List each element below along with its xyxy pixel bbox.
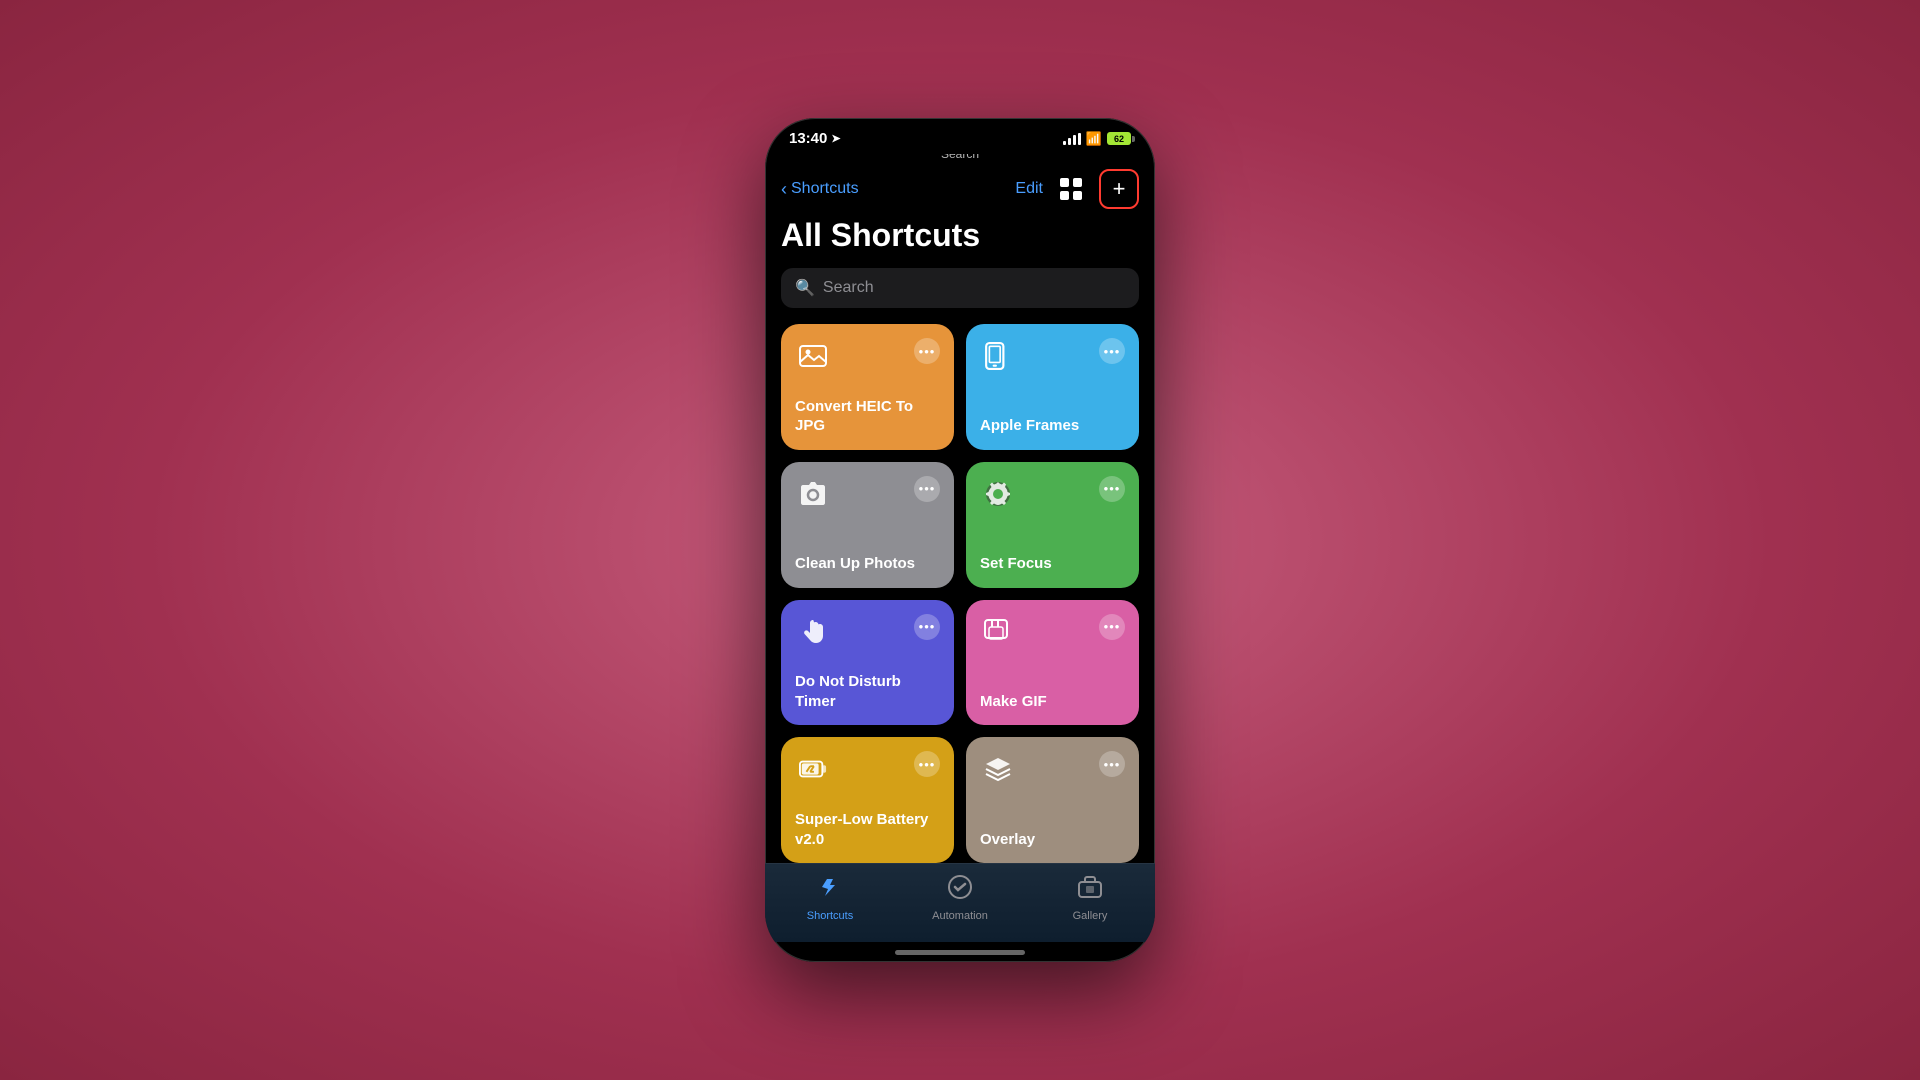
automation-tab-label: Automation	[932, 910, 988, 922]
shortcut-card-do-not-disturb[interactable]: ••• Do Not Disturb Timer	[781, 600, 954, 726]
settings-icon	[980, 476, 1016, 512]
edit-button[interactable]: Edit	[1015, 180, 1043, 198]
nav-bar: ‹ Shortcuts Edit +	[765, 165, 1155, 217]
grid-view-button[interactable]	[1055, 173, 1087, 205]
dynamic-island	[900, 124, 1020, 154]
nav-back-button[interactable]: ‹ Shortcuts	[781, 179, 859, 200]
phone-grid-icon	[980, 338, 1016, 374]
card-menu-button[interactable]: •••	[914, 338, 940, 364]
home-indicator	[765, 942, 1155, 962]
search-bar[interactable]: 🔍 Search	[781, 268, 1139, 308]
search-icon: 🔍	[795, 278, 815, 298]
signal-bar-2	[1068, 138, 1071, 145]
add-shortcut-button[interactable]: +	[1099, 169, 1139, 209]
grid-icon	[1060, 178, 1082, 200]
shortcuts-grid: ••• Convert HEIC To JPG •	[781, 324, 1139, 863]
nav-actions: Edit +	[1015, 169, 1139, 209]
location-icon: ➤	[831, 132, 840, 145]
tab-automation[interactable]: Automation	[895, 874, 1025, 922]
menu-dots-icon: •••	[919, 481, 936, 496]
battery-shortcut-icon	[795, 751, 831, 787]
shortcut-title: Overlay	[980, 830, 1125, 850]
card-header: •••	[980, 338, 1125, 374]
shortcut-title: Super-Low Battery v2.0	[795, 810, 940, 849]
card-menu-button[interactable]: •••	[914, 614, 940, 640]
signal-bar-4	[1078, 133, 1081, 145]
automation-tab-icon	[947, 874, 973, 906]
shortcut-title: Do Not Disturb Timer	[795, 672, 940, 711]
nav-back-label: Shortcuts	[791, 180, 859, 198]
card-header: •••	[795, 338, 940, 374]
shortcut-card-clean-up-photos[interactable]: ••• Clean Up Photos	[781, 462, 954, 588]
card-menu-button[interactable]: •••	[1099, 476, 1125, 502]
battery-level: 62	[1114, 134, 1124, 144]
phone-frame: 13:40 ➤ 📶 62 Search ‹ Shortcuts Edit	[765, 118, 1155, 962]
home-bar	[895, 950, 1025, 955]
card-header: •••	[795, 476, 940, 512]
photo-icon	[795, 338, 831, 374]
menu-dots-icon: •••	[1104, 619, 1121, 634]
shortcut-card-convert-heic[interactable]: ••• Convert HEIC To JPG	[781, 324, 954, 450]
shortcut-title: Clean Up Photos	[795, 554, 940, 574]
card-header: •••	[980, 476, 1125, 512]
hand-icon	[795, 614, 831, 650]
signal-bars	[1063, 133, 1081, 145]
layers-icon	[980, 751, 1016, 787]
tab-gallery[interactable]: Gallery	[1025, 874, 1155, 922]
page-title: All Shortcuts	[781, 217, 1139, 254]
card-menu-button[interactable]: •••	[1099, 338, 1125, 364]
gif-icon	[980, 614, 1016, 650]
menu-dots-icon: •••	[919, 344, 936, 359]
shortcut-card-set-focus[interactable]: ••• Set Focus	[966, 462, 1139, 588]
camera-icon	[795, 476, 831, 512]
menu-dots-icon: •••	[919, 619, 936, 634]
shortcuts-tab-icon	[817, 874, 843, 906]
card-menu-button[interactable]: •••	[914, 476, 940, 502]
search-placeholder: Search	[823, 279, 874, 297]
battery-icon: 62	[1107, 132, 1131, 145]
shortcut-title: Convert HEIC To JPG	[795, 397, 940, 436]
menu-dots-icon: •••	[1104, 757, 1121, 772]
menu-dots-icon: •••	[919, 757, 936, 772]
signal-bar-1	[1063, 141, 1066, 145]
card-menu-button[interactable]: •••	[1099, 614, 1125, 640]
card-header: •••	[795, 614, 940, 650]
card-header: •••	[980, 614, 1125, 650]
shortcut-title: Apple Frames	[980, 416, 1125, 436]
signal-bar-3	[1073, 135, 1076, 145]
gallery-tab-label: Gallery	[1073, 910, 1108, 922]
shortcuts-tab-label: Shortcuts	[807, 910, 853, 922]
main-content: All Shortcuts 🔍 Search	[765, 217, 1155, 863]
shortcut-card-apple-frames[interactable]: ••• Apple Frames	[966, 324, 1139, 450]
shortcut-card-make-gif[interactable]: ••• Make GIF	[966, 600, 1139, 726]
card-header: •••	[795, 751, 940, 787]
card-menu-button[interactable]: •••	[1099, 751, 1125, 777]
tab-shortcuts[interactable]: Shortcuts	[765, 874, 895, 922]
back-chevron-icon: ‹	[781, 179, 787, 200]
shortcut-title: Set Focus	[980, 554, 1125, 574]
shortcut-card-battery[interactable]: ••• Super-Low Battery v2.0	[781, 737, 954, 863]
tab-bar: Shortcuts Automation Gallery	[765, 863, 1155, 942]
gallery-tab-icon	[1077, 874, 1103, 906]
shortcut-title: Make GIF	[980, 692, 1125, 712]
card-menu-button[interactable]: •••	[914, 751, 940, 777]
shortcut-card-overlay[interactable]: ••• Overlay	[966, 737, 1139, 863]
card-header: •••	[980, 751, 1125, 787]
menu-dots-icon: •••	[1104, 344, 1121, 359]
menu-dots-icon: •••	[1104, 481, 1121, 496]
add-icon: +	[1113, 178, 1126, 200]
